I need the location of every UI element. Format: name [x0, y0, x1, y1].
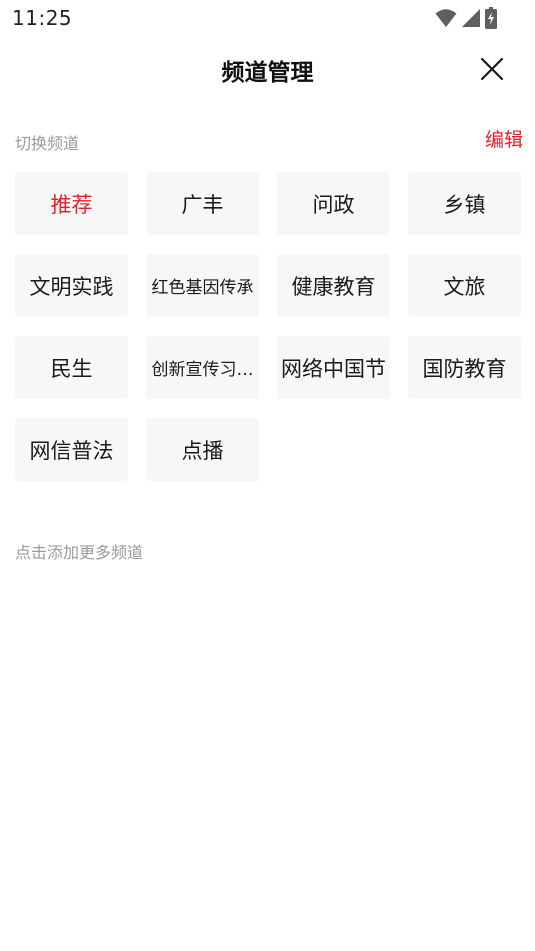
channel-item[interactable]: 问政 [277, 172, 390, 235]
close-icon [480, 57, 504, 81]
more-channels-label: 点击添加更多频道 [15, 543, 144, 562]
status-icons [435, 7, 497, 29]
battery-icon [485, 7, 497, 29]
close-button[interactable] [475, 52, 509, 86]
my-channels-label: 切换频道 [15, 134, 80, 153]
header: 频道管理 [0, 38, 535, 100]
channel-item[interactable]: 推荐 [15, 172, 128, 235]
channel-item[interactable]: 网信普法 [15, 418, 128, 481]
status-time: 11:25 [12, 6, 73, 30]
edit-button[interactable]: 编辑 [485, 125, 523, 152]
channel-item[interactable]: 广丰 [146, 172, 259, 235]
channel-item[interactable]: 点播 [146, 418, 259, 481]
channel-item[interactable]: 红色基因传承 [146, 254, 259, 317]
channel-item[interactable]: 乡镇 [408, 172, 521, 235]
status-bar: 11:25 [0, 0, 535, 38]
wifi-icon [435, 9, 457, 27]
channel-item[interactable]: 健康教育 [277, 254, 390, 317]
channel-item[interactable]: 文旅 [408, 254, 521, 317]
signal-icon [462, 9, 480, 27]
channel-item[interactable]: 民生 [15, 336, 128, 399]
channel-item[interactable]: 网络中国节 [277, 336, 390, 399]
channel-item[interactable]: 国防教育 [408, 336, 521, 399]
channel-item[interactable]: 文明实践 [15, 254, 128, 317]
channel-item[interactable]: 创新宣传习… [146, 336, 259, 399]
page-title: 频道管理 [221, 60, 314, 86]
